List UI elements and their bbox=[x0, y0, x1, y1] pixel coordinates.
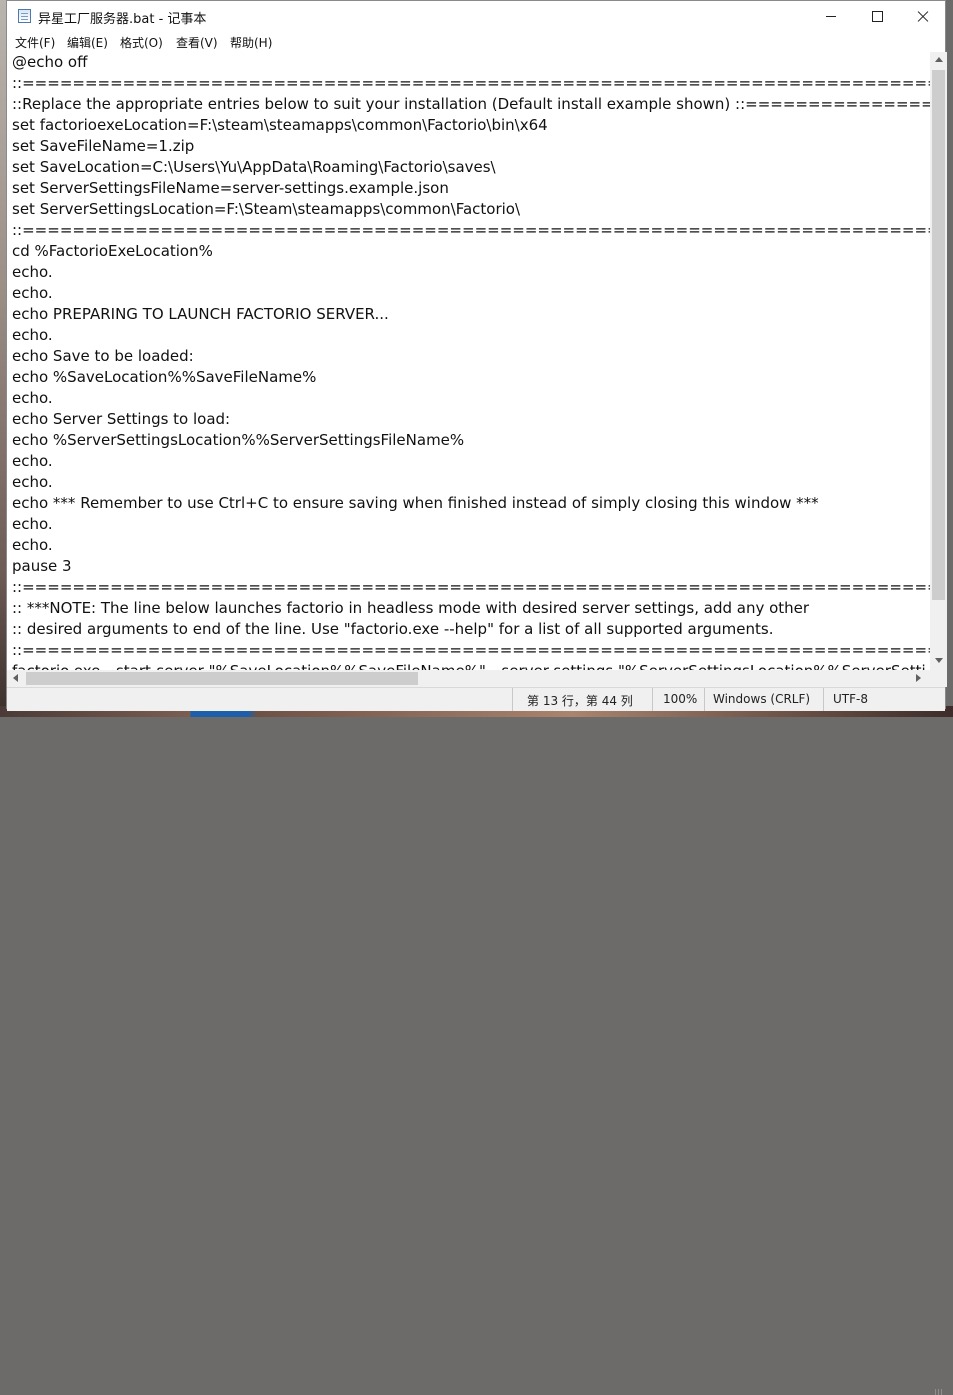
notepad-icon bbox=[18, 9, 31, 23]
editor-line: echo Server Settings to load: bbox=[12, 410, 231, 428]
encoding: UTF-8 bbox=[833, 692, 868, 706]
cursor-position: 第 13 行，第 44 列 bbox=[527, 694, 633, 708]
editor-line: factorio.exe --start-server "%SaveLocati… bbox=[12, 661, 926, 670]
scroll-left-arrow-icon[interactable] bbox=[13, 674, 18, 682]
editor-line: cd %FactorioExeLocation% bbox=[12, 242, 213, 260]
editor-line: pause 3 bbox=[12, 557, 72, 575]
editor-line: ::Replace the appropriate entries below … bbox=[12, 95, 930, 113]
line-ending: Windows (CRLF) bbox=[713, 692, 811, 706]
editor-line: set ServerSettingsLocation=F:\Steam\stea… bbox=[12, 200, 521, 218]
editor-line: set SaveFileName=1.zip bbox=[12, 137, 195, 155]
vertical-scrollbar[interactable] bbox=[930, 52, 947, 670]
maximize-button[interactable] bbox=[854, 1, 900, 32]
menu-help[interactable]: 帮助(H) bbox=[230, 34, 272, 51]
status-separator bbox=[652, 688, 653, 711]
zoom-level: 100% bbox=[663, 692, 698, 706]
editor-line: set SaveLocation=C:\Users\Yu\AppData\Roa… bbox=[12, 158, 496, 176]
editor-line: echo. bbox=[12, 536, 53, 554]
editor-line: echo. bbox=[12, 473, 53, 491]
status-separator bbox=[704, 688, 705, 711]
notepad-window: 异星工厂服务器.bat - 记事本 文件(F) 编辑(E) 格式(O) 查看(V… bbox=[6, 0, 947, 1395]
editor-line: echo. bbox=[12, 515, 53, 533]
editor-line: echo. bbox=[12, 263, 53, 281]
editor-line: @echo off bbox=[12, 53, 88, 71]
text-editor[interactable]: @echo off ::============================… bbox=[7, 52, 930, 670]
editor-line: echo. bbox=[12, 389, 53, 407]
status-separator bbox=[512, 688, 513, 711]
editor-line: echo PREPARING TO LAUNCH FACTORIO SERVER… bbox=[12, 305, 389, 323]
horizontal-scrollbar[interactable] bbox=[7, 670, 930, 687]
editor-line: echo *** Remember to use Ctrl+C to ensur… bbox=[12, 494, 819, 512]
status-separator bbox=[823, 688, 824, 711]
menu-view[interactable]: 查看(V) bbox=[176, 34, 218, 51]
title-bar[interactable]: 异星工厂服务器.bat - 记事本 bbox=[7, 1, 945, 32]
status-bar: 第 13 行，第 44 列 100% Windows (CRLF) UTF-8 bbox=[7, 687, 945, 1395]
scroll-up-arrow-icon[interactable] bbox=[935, 57, 943, 62]
resize-grip-icon[interactable] bbox=[935, 1389, 943, 1395]
editor-line: echo. bbox=[12, 284, 53, 302]
editor-line: ::======================================… bbox=[12, 221, 930, 239]
editor-line: set ServerSettingsFileName=server-settin… bbox=[12, 179, 449, 197]
menu-bar: 文件(F) 编辑(E) 格式(O) 查看(V) 帮助(H) bbox=[7, 32, 945, 52]
menu-edit[interactable]: 编辑(E) bbox=[67, 34, 108, 51]
editor-line: set factorioexeLocation=F:\steam\steamap… bbox=[12, 116, 548, 134]
menu-format[interactable]: 格式(O) bbox=[120, 34, 163, 51]
horizontal-scroll-thumb[interactable] bbox=[26, 672, 418, 685]
editor-line: echo. bbox=[12, 326, 53, 344]
editor-line: :: desired arguments to end of the line.… bbox=[12, 620, 774, 638]
editor-line: ::======================================… bbox=[12, 578, 930, 596]
editor-line: ::======================================… bbox=[12, 74, 930, 92]
editor-line: echo %ServerSettingsLocation%%ServerSett… bbox=[12, 431, 465, 449]
editor-line: ::======================================… bbox=[12, 641, 930, 659]
scroll-down-arrow-icon[interactable] bbox=[935, 658, 943, 663]
editor-line: :: ***NOTE: The line below launches fact… bbox=[12, 599, 810, 617]
close-button[interactable] bbox=[900, 1, 946, 32]
editor-line: echo Save to be loaded: bbox=[12, 347, 194, 365]
editor-line: echo. bbox=[12, 452, 53, 470]
window-title: 异星工厂服务器.bat - 记事本 bbox=[38, 12, 207, 27]
scroll-right-arrow-icon[interactable] bbox=[916, 674, 921, 682]
editor-line: echo %SaveLocation%%SaveFileName% bbox=[12, 368, 317, 386]
menu-file[interactable]: 文件(F) bbox=[15, 34, 55, 51]
minimize-button[interactable] bbox=[808, 1, 854, 32]
vertical-scroll-thumb[interactable] bbox=[932, 70, 945, 600]
scrollbar-corner bbox=[930, 670, 947, 687]
